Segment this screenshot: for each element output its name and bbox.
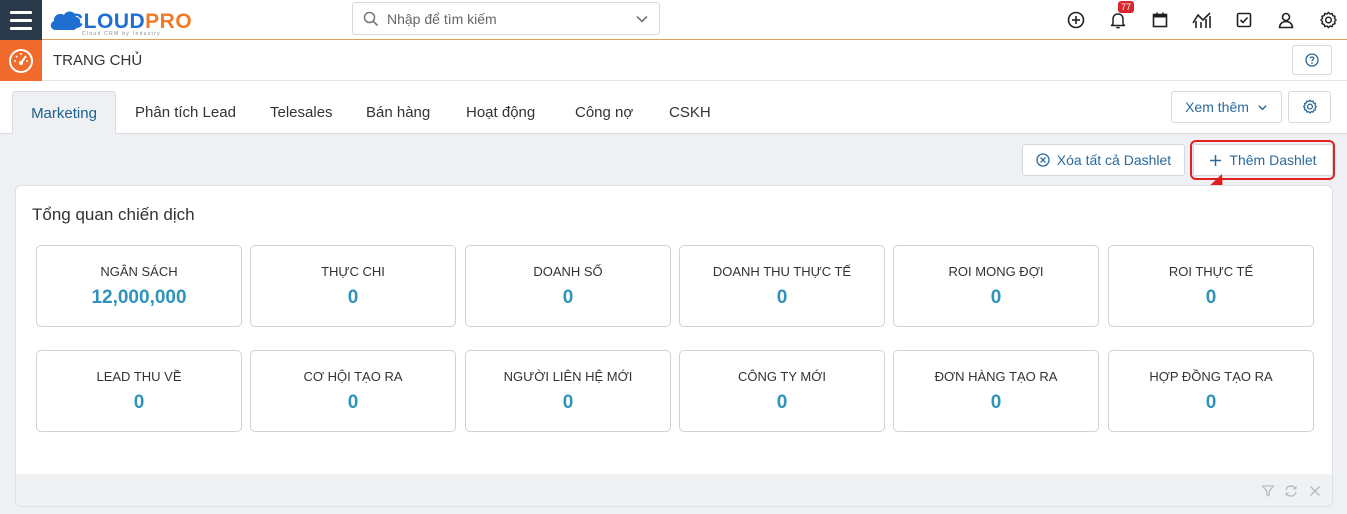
search-input[interactable]: [387, 9, 627, 29]
stat-value: 0: [133, 392, 145, 413]
clear-all-dashlets-label: Xóa tất cả Dashlet: [1056, 152, 1172, 168]
tab-settings-button[interactable]: [1288, 91, 1331, 123]
gear-icon: [1302, 99, 1317, 114]
dashboard-icon: [0, 40, 42, 81]
tab-marketing[interactable]: Marketing: [12, 91, 116, 134]
dashlet-title: Tổng quan chiến dịch: [32, 205, 195, 224]
tab-bar: Marketing Phân tích Lead Telesales Bán h…: [0, 81, 1347, 134]
tab-telesales[interactable]: Telesales: [270, 91, 333, 134]
stat-value: 0: [562, 287, 574, 308]
stat-label: LEAD THU VỀ: [96, 369, 182, 384]
gear-icon[interactable]: [1317, 9, 1339, 31]
user-icon[interactable]: [1275, 9, 1297, 31]
dashlet-footer: [16, 474, 1332, 506]
help-button[interactable]: [1292, 45, 1332, 75]
stat-label: ROI THỰC TẾ: [1168, 264, 1254, 279]
stat-label: DOANH THU THỰC TẾ: [712, 264, 852, 279]
stat-card[interactable]: ROI MONG ĐỢI 0: [893, 245, 1099, 327]
page-header: TRANG CHỦ: [0, 40, 1347, 81]
stat-value: 0: [1205, 392, 1217, 413]
more-button-label: Xem thêm: [1185, 99, 1249, 115]
tab-debt[interactable]: Công nợ: [575, 91, 633, 134]
stat-label: ĐƠN HÀNG TẠO RA: [934, 369, 1058, 384]
close-circle-icon: [1036, 153, 1050, 167]
stat-label: CƠ HỘI TẠO RA: [303, 369, 403, 384]
stat-label: ROI MONG ĐỢI: [948, 264, 1044, 279]
stat-value: 0: [1205, 287, 1217, 308]
menu-icon[interactable]: [0, 0, 42, 40]
chevron-down-icon[interactable]: [635, 12, 649, 26]
close-icon[interactable]: [1306, 482, 1324, 500]
stat-card[interactable]: CÔNG TY MỚI 0: [679, 350, 885, 432]
stat-card[interactable]: DOANH SỐ 0: [465, 245, 671, 327]
stat-label: CÔNG TY MỚI: [738, 369, 826, 384]
more-button[interactable]: Xem thêm: [1171, 91, 1282, 123]
stat-value: 0: [776, 392, 788, 413]
stat-card[interactable]: LEAD THU VỀ 0: [36, 350, 242, 432]
page-title: TRANG CHỦ: [53, 52, 143, 69]
clear-all-dashlets-button[interactable]: Xóa tất cả Dashlet: [1022, 144, 1185, 176]
stat-card[interactable]: HỢP ĐỒNG TẠO RA 0: [1108, 350, 1314, 432]
stat-label: NGƯỜI LIÊN HỆ MỚI: [503, 369, 633, 384]
search-box[interactable]: [352, 2, 660, 35]
logo-text-pro: PRO: [145, 10, 193, 33]
top-bar: CLOUDPRO Cloud CRM by Industry 77: [0, 0, 1347, 40]
stat-value: 0: [562, 392, 574, 413]
stat-card[interactable]: THỰC CHI 0: [250, 245, 456, 327]
stat-value: 0: [347, 392, 359, 413]
chart-icon[interactable]: [1191, 9, 1213, 31]
search-icon: [363, 11, 379, 27]
stat-card[interactable]: CƠ HỘI TẠO RA 0: [250, 350, 456, 432]
logo[interactable]: CLOUDPRO Cloud CRM by Industry: [48, 4, 208, 37]
filter-icon[interactable]: [1259, 482, 1277, 500]
add-circle-icon[interactable]: [1065, 9, 1087, 31]
tab-customer-care[interactable]: CSKH: [669, 91, 711, 134]
logo-tagline: Cloud CRM by Industry: [82, 31, 161, 37]
logo-text-cloud: CLOUD: [68, 10, 146, 33]
stat-card[interactable]: ROI THỰC TẾ 0: [1108, 245, 1314, 327]
refresh-icon[interactable]: [1282, 482, 1300, 500]
stat-value: 12,000,000: [91, 287, 187, 308]
tab-activities[interactable]: Hoạt động: [466, 91, 535, 134]
stat-value: 0: [776, 287, 788, 308]
help-icon: [1305, 53, 1319, 67]
stat-label: THỰC CHI: [321, 264, 385, 279]
stat-value: 0: [990, 392, 1002, 413]
stat-label: HỢP ĐỒNG TẠO RA: [1149, 369, 1273, 384]
checkbox-icon[interactable]: [1233, 9, 1255, 31]
tab-sales[interactable]: Bán hàng: [366, 91, 430, 134]
stat-card[interactable]: NGƯỜI LIÊN HỆ MỚI 0: [465, 350, 671, 432]
stat-card[interactable]: NGÂN SÁCH 12,000,000: [36, 245, 242, 327]
notification-badge: 77: [1118, 1, 1135, 13]
stat-value: 0: [347, 287, 359, 308]
stat-value: 0: [990, 287, 1002, 308]
campaign-overview-dashlet: Tổng quan chiến dịch NGÂN SÁCH 12,000,000…: [15, 185, 1333, 507]
calendar-icon[interactable]: [1149, 9, 1171, 31]
stat-card[interactable]: DOANH THU THỰC TẾ 0: [679, 245, 885, 327]
stat-label: DOANH SỐ: [533, 264, 603, 279]
stat-card[interactable]: ĐƠN HÀNG TẠO RA 0: [893, 350, 1099, 432]
stat-label: NGÂN SÁCH: [100, 264, 178, 279]
tab-lead-analysis[interactable]: Phân tích Lead: [135, 91, 236, 134]
chevron-down-icon: [1258, 104, 1267, 110]
